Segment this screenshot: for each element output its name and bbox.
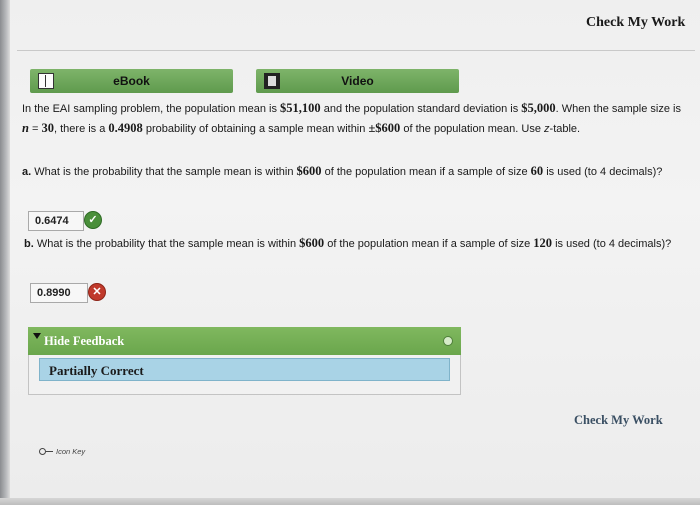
check-my-work-link-bottom[interactable]: Check My Work [574,413,663,428]
ebook-label: eBook [113,74,150,88]
video-button[interactable]: Video [256,69,459,93]
divider [17,50,695,51]
caret-down-icon [33,333,41,339]
ebook-button[interactable]: eBook [30,69,233,93]
left-scroll-rail [0,0,10,505]
key-icon [39,448,53,455]
check-my-work-link-top[interactable]: Check My Work [586,15,685,31]
answer-b-input[interactable]: 0.8990 [30,283,88,303]
problem-statement: In the EAI sampling problem, the populat… [22,101,681,135]
video-icon [264,73,280,89]
book-icon [38,73,54,89]
question-a: a. What is the probability that the samp… [22,164,663,178]
icon-key-link[interactable]: Icon Key [39,447,85,456]
feedback-panel: Partially Correct [28,355,461,395]
screen: Check My Work eBook Video In the EAI sam… [0,0,700,505]
hide-feedback-toggle[interactable]: Hide Feedback [44,334,124,349]
x-circle-icon: ✕ [88,283,106,301]
feedback-header[interactable]: Hide Feedback [28,327,461,355]
screen-bottom-edge [0,498,700,505]
feedback-dot-icon [443,336,453,346]
question-b: b. What is the probability that the samp… [24,236,672,250]
video-label: Video [341,74,374,88]
answer-a-input[interactable]: 0.6474 [28,211,84,231]
feedback-message: Partially Correct [39,358,450,381]
icon-key-label: Icon Key [56,447,86,456]
check-circle-icon: ✓ [84,211,102,229]
